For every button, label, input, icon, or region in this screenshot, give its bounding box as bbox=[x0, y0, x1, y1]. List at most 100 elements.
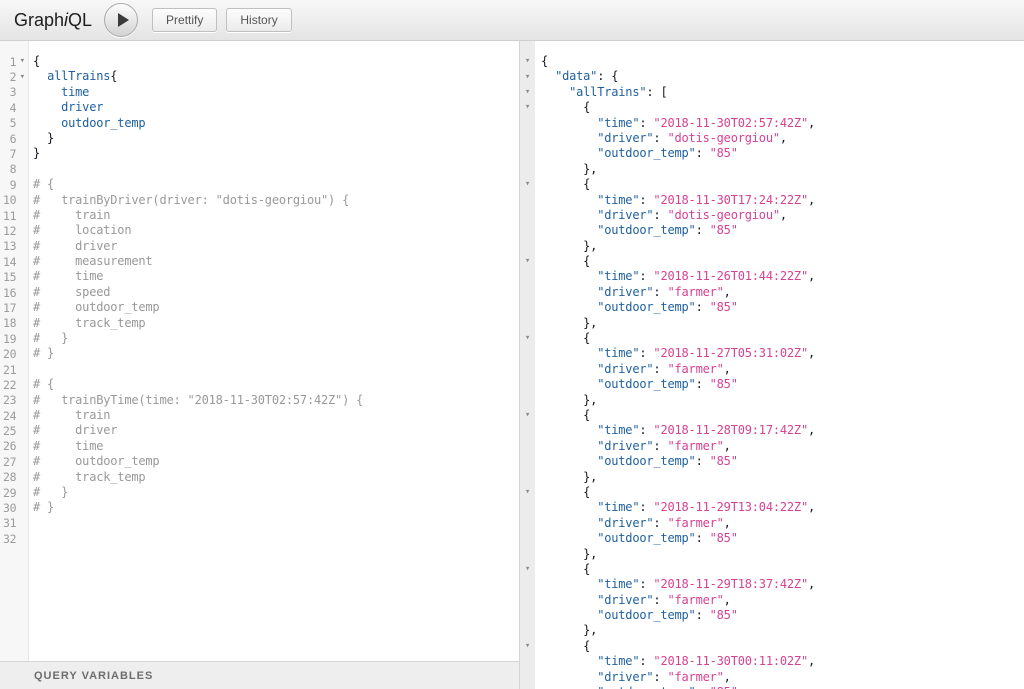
query-code-line[interactable] bbox=[33, 362, 519, 377]
result-code-line: "allTrains": [ bbox=[541, 85, 1024, 100]
result-code-line: "time": "2018-11-30T17:24:22Z", bbox=[541, 193, 1024, 208]
line-number: 1 bbox=[0, 55, 16, 69]
fold-arrow-icon[interactable]: ▾ bbox=[522, 57, 534, 66]
execute-button[interactable] bbox=[104, 3, 138, 37]
result-code-line: { bbox=[541, 100, 1024, 115]
fold-arrow-icon[interactable]: ▾ bbox=[522, 257, 534, 266]
line-number: 20 bbox=[0, 347, 16, 361]
line-number: 7 bbox=[0, 147, 16, 161]
line-number: 2 bbox=[0, 70, 16, 84]
query-code[interactable]: { allTrains{ time driver outdoor_temp }}… bbox=[29, 41, 519, 661]
query-variables-title[interactable]: QUERY VARIABLES bbox=[34, 670, 153, 682]
fold-arrow-icon[interactable]: ▾ bbox=[522, 411, 534, 420]
query-code-line[interactable]: # time bbox=[33, 439, 519, 454]
history-button[interactable]: History bbox=[226, 8, 291, 32]
result-code-line: { bbox=[541, 639, 1024, 654]
query-editor[interactable]: 1▾2▾345678910111213141516171819202122232… bbox=[0, 41, 519, 661]
play-icon bbox=[118, 13, 129, 27]
result-code-line: "outdoor_temp": "85" bbox=[541, 300, 1024, 315]
result-code-line: "driver": "farmer", bbox=[541, 593, 1024, 608]
fold-arrow-icon[interactable]: ▾ bbox=[522, 88, 534, 97]
query-code-line[interactable]: } bbox=[33, 131, 519, 146]
line-number: 17 bbox=[0, 301, 16, 315]
query-code-line[interactable] bbox=[33, 162, 519, 177]
query-code-line[interactable]: # location bbox=[33, 223, 519, 238]
line-number: 18 bbox=[0, 316, 16, 330]
query-code-line[interactable]: # outdoor_temp bbox=[33, 300, 519, 315]
result-code-line: "outdoor_temp": "85" bbox=[541, 377, 1024, 392]
query-code-line[interactable]: # } bbox=[33, 331, 519, 346]
line-number: 8 bbox=[0, 162, 16, 176]
query-code-line[interactable]: outdoor_temp bbox=[33, 116, 519, 131]
line-number: 27 bbox=[0, 455, 16, 469]
toolbar: GraphiQL Prettify History bbox=[0, 0, 1024, 41]
result-code: { "data": { "allTrains": [ { "time": "20… bbox=[535, 41, 1024, 689]
prettify-button[interactable]: Prettify bbox=[152, 8, 217, 32]
query-code-line[interactable]: # driver bbox=[33, 239, 519, 254]
line-number: 14 bbox=[0, 255, 16, 269]
fold-arrow-icon[interactable]: ▾ bbox=[522, 642, 534, 651]
query-code-line[interactable]: # time bbox=[33, 269, 519, 284]
fold-arrow-icon[interactable]: ▾ bbox=[16, 73, 28, 82]
fold-arrow-icon[interactable]: ▾ bbox=[522, 103, 534, 112]
query-code-line[interactable]: # } bbox=[33, 500, 519, 515]
result-code-line: "outdoor_temp": "85" bbox=[541, 685, 1024, 689]
line-number: 26 bbox=[0, 439, 16, 453]
result-code-line: "time": "2018-11-30T02:57:42Z", bbox=[541, 116, 1024, 131]
result-code-line: "outdoor_temp": "85" bbox=[541, 223, 1024, 238]
fold-arrow-icon[interactable]: ▾ bbox=[522, 334, 534, 343]
query-code-line[interactable]: # } bbox=[33, 485, 519, 500]
line-number: 28 bbox=[0, 470, 16, 484]
line-number: 5 bbox=[0, 116, 16, 130]
query-code-line[interactable]: # track_temp bbox=[33, 470, 519, 485]
result-code-line: "time": "2018-11-29T13:04:22Z", bbox=[541, 500, 1024, 515]
result-code-line: "data": { bbox=[541, 69, 1024, 84]
query-code-line[interactable]: # outdoor_temp bbox=[33, 454, 519, 469]
result-code-line: "outdoor_temp": "85" bbox=[541, 531, 1024, 546]
result-code-line: "time": "2018-11-30T00:11:02Z", bbox=[541, 654, 1024, 669]
query-code-line[interactable]: # } bbox=[33, 346, 519, 361]
query-code-line[interactable]: # trainByDriver(driver: "dotis-georgiou"… bbox=[33, 193, 519, 208]
result-code-line: "outdoor_temp": "85" bbox=[541, 454, 1024, 469]
query-code-line[interactable] bbox=[33, 531, 519, 546]
query-code-line[interactable]: time bbox=[33, 85, 519, 100]
result-code-line: "driver": "dotis-georgiou", bbox=[541, 131, 1024, 146]
fold-arrow-icon[interactable]: ▾ bbox=[522, 565, 534, 574]
query-code-line[interactable]: # train bbox=[33, 208, 519, 223]
result-code-line: "time": "2018-11-29T18:37:42Z", bbox=[541, 577, 1024, 592]
fold-arrow-icon[interactable]: ▾ bbox=[522, 180, 534, 189]
line-number: 3 bbox=[0, 85, 16, 99]
query-code-line[interactable]: allTrains{ bbox=[33, 69, 519, 84]
workspace: 1▾2▾345678910111213141516171819202122232… bbox=[0, 41, 1024, 689]
query-pane: 1▾2▾345678910111213141516171819202122232… bbox=[0, 41, 520, 689]
fold-arrow-icon[interactable]: ▾ bbox=[522, 73, 534, 82]
fold-arrow-icon[interactable]: ▾ bbox=[522, 488, 534, 497]
query-code-line[interactable]: # speed bbox=[33, 285, 519, 300]
result-code-line: { bbox=[541, 54, 1024, 69]
line-number: 32 bbox=[0, 532, 16, 546]
query-code-line[interactable]: # { bbox=[33, 177, 519, 192]
query-code-line[interactable]: # train bbox=[33, 408, 519, 423]
fold-arrow-icon[interactable]: ▾ bbox=[16, 57, 28, 66]
line-number: 9 bbox=[0, 178, 16, 192]
line-number: 12 bbox=[0, 224, 16, 238]
query-code-line[interactable]: { bbox=[33, 54, 519, 69]
result-code-line: "outdoor_temp": "85" bbox=[541, 146, 1024, 161]
result-code-line: }, bbox=[541, 316, 1024, 331]
query-code-line[interactable] bbox=[33, 516, 519, 531]
query-code-line[interactable]: # track_temp bbox=[33, 316, 519, 331]
query-variables-bar: QUERY VARIABLES bbox=[0, 661, 519, 689]
line-number: 19 bbox=[0, 332, 16, 346]
result-code-line: }, bbox=[541, 547, 1024, 562]
query-code-line[interactable]: # driver bbox=[33, 423, 519, 438]
line-number: 29 bbox=[0, 486, 16, 500]
query-code-line[interactable]: # { bbox=[33, 377, 519, 392]
query-code-line[interactable]: # trainByTime(time: "2018-11-30T02:57:42… bbox=[33, 393, 519, 408]
query-code-line[interactable]: # measurement bbox=[33, 254, 519, 269]
result-code-line: { bbox=[541, 331, 1024, 346]
query-code-line[interactable]: driver bbox=[33, 100, 519, 115]
line-number: 23 bbox=[0, 393, 16, 407]
result-code-line: "driver": "farmer", bbox=[541, 362, 1024, 377]
result-pane: ▾ ▾ ▾ ▾ ▾ ▾ ▾ ▾ ▾ ▾ ▾ { "data": { "allTrains": [ {… bbox=[520, 41, 1024, 689]
query-code-line[interactable]: } bbox=[33, 146, 519, 161]
